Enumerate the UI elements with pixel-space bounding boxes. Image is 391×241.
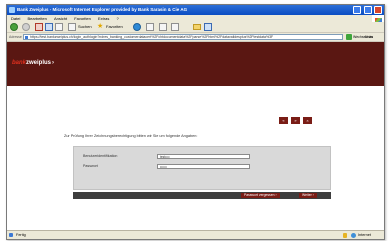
close-button[interactable]	[374, 6, 382, 14]
address-input[interactable]: https://test.bankzweiplus.ch/login_authl…	[23, 34, 343, 40]
brand-header: bankzweiplus›	[7, 42, 384, 86]
page-status-icon	[9, 233, 13, 237]
stop-icon[interactable]	[35, 23, 43, 31]
ie-icon	[9, 7, 15, 13]
edit-icon[interactable]	[171, 23, 179, 31]
brand-arrow-icon: ›	[52, 60, 55, 66]
window-controls	[352, 6, 382, 14]
messenger-icon[interactable]	[204, 23, 212, 31]
brand-name: zweiplus	[26, 60, 52, 66]
browser-window: Bank Zweiplus - Microsoft Internet Explo…	[6, 4, 385, 240]
back-icon[interactable]	[10, 23, 18, 31]
status-bar: Fertig Internet	[7, 230, 384, 239]
menu-bar: Datei Bearbeiten Ansicht Favoriten Extra…	[7, 15, 384, 22]
search-icon[interactable]	[68, 23, 76, 31]
menu-favorites[interactable]: Favoriten	[74, 15, 91, 22]
forward-icon[interactable]	[22, 23, 30, 31]
page-icon	[25, 36, 28, 39]
address-url: https://test.bankzweiplus.ch/login_authl…	[30, 35, 274, 39]
media-icon[interactable]	[133, 23, 141, 31]
favorites-label[interactable]: Favoriten	[106, 23, 123, 31]
menu-help[interactable]: ?	[116, 15, 118, 22]
title-bar: Bank Zweiplus - Microsoft Internet Explo…	[7, 5, 384, 15]
internet-zone-icon	[351, 233, 356, 238]
address-label: Adresse	[9, 35, 22, 39]
menu-view[interactable]: Ansicht	[54, 15, 67, 22]
status-text: Fertig	[16, 233, 26, 237]
go-arrow-icon[interactable]	[346, 34, 352, 40]
favorites-icon[interactable]: ★	[97, 23, 103, 31]
login-button[interactable]: Weiter ›	[299, 193, 317, 198]
search-label[interactable]: Suchen	[78, 23, 92, 31]
links-button[interactable]: Links	[365, 33, 373, 41]
zone-text: Internet	[358, 233, 371, 237]
form-actions-wrap: Passwort vergessen › Weiter ›	[73, 146, 331, 199]
page-content: bankzweiplus› « » × Zur Prüfung Ihrer Ze…	[7, 42, 384, 230]
print-icon[interactable]	[159, 23, 167, 31]
minimize-button[interactable]	[353, 6, 362, 14]
maximize-button[interactable]	[363, 6, 372, 14]
brand-accent: bank	[12, 60, 27, 66]
menu-file[interactable]: Datei	[11, 15, 20, 22]
toolbar: Suchen ★ Favoriten	[7, 22, 384, 33]
tool-button-back[interactable]: «	[279, 117, 288, 124]
lock-icon	[343, 233, 347, 238]
refresh-icon[interactable]	[45, 23, 53, 31]
form-actions: Passwort vergessen › Weiter ›	[73, 192, 331, 199]
forgot-password-button[interactable]: Passwort vergessen ›	[241, 193, 280, 198]
mail-icon[interactable]	[146, 23, 154, 31]
tool-button-close[interactable]: ×	[303, 117, 312, 124]
folder-icon[interactable]	[193, 24, 201, 30]
home-icon[interactable]	[55, 23, 63, 31]
window-title: Bank Zweiplus - Microsoft Internet Explo…	[17, 7, 188, 12]
address-bar: Adresse https://test.bankzweiplus.ch/log…	[7, 33, 384, 42]
intro-text: Zur Prüfung Ihrer Zeichnungsberechtigung…	[64, 134, 198, 138]
brand-logo: bankzweiplus›	[12, 60, 54, 66]
menu-tools[interactable]: Extras	[98, 15, 109, 22]
menu-edit[interactable]: Bearbeiten	[27, 15, 46, 22]
tool-button-forward[interactable]: »	[291, 117, 300, 124]
